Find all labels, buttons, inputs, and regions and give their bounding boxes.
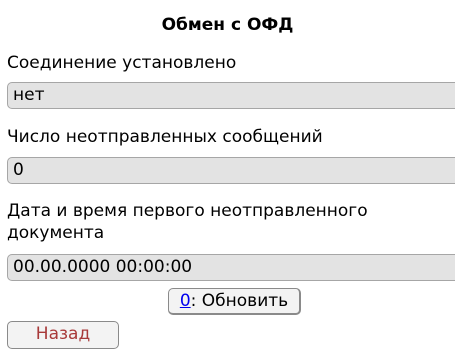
refresh-label: Обновить xyxy=(196,291,289,311)
refresh-button[interactable]: 0: Обновить xyxy=(168,288,301,315)
connection-status-field[interactable]: нет xyxy=(7,82,455,109)
connection-label: Соединение установлено xyxy=(7,53,237,73)
page-title: Обмен с ОФД xyxy=(161,15,294,35)
first-unsent-date-label: Дата и время первого неотправленного док… xyxy=(7,201,368,243)
back-button[interactable]: Назад xyxy=(7,321,119,349)
unsent-count-field[interactable]: 0 xyxy=(7,157,455,184)
first-unsent-date-field[interactable]: 00.00.0000 00:00:00 xyxy=(7,254,455,281)
unsent-count-label: Число неотправленных сообщений xyxy=(7,127,323,147)
refresh-hotkey[interactable]: 0 xyxy=(180,291,191,311)
